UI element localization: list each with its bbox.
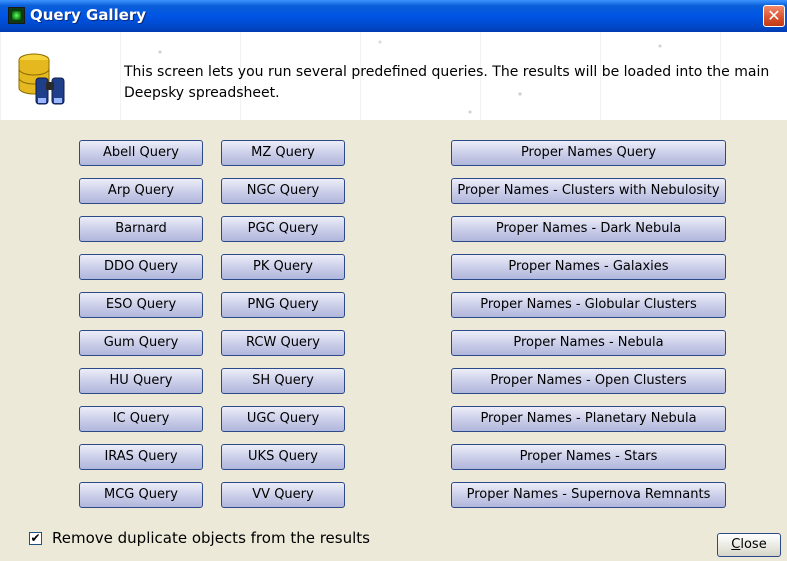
query-button-arp[interactable]: Arp Query (79, 178, 203, 204)
query-button-pk[interactable]: PK Query (221, 254, 345, 280)
query-button-ugc[interactable]: UGC Query (221, 406, 345, 432)
title-bar[interactable]: Query Gallery ✕ (0, 0, 787, 32)
query-button-proper-names-nebula[interactable]: Proper Names - Nebula (451, 330, 726, 356)
query-button-abell[interactable]: Abell Query (79, 140, 203, 166)
description-text: This screen lets you run several predefi… (124, 64, 770, 101)
query-button-proper-names-galaxies[interactable]: Proper Names - Galaxies (451, 254, 726, 280)
window-title: Query Gallery (30, 6, 147, 24)
query-button-barnard[interactable]: Barnard (79, 216, 203, 242)
query-button-proper-names-stars[interactable]: Proper Names - Stars (451, 444, 726, 470)
query-button-mz[interactable]: MZ Query (221, 140, 345, 166)
query-button-vv[interactable]: VV Query (221, 482, 345, 508)
app-icon (8, 7, 25, 24)
query-button-png[interactable]: PNG Query (221, 292, 345, 318)
window-close-button[interactable]: ✕ (763, 5, 785, 27)
query-button-hu[interactable]: HU Query (79, 368, 203, 394)
query-button-proper-names-open-clusters[interactable]: Proper Names - Open Clusters (451, 368, 726, 394)
query-button-proper-names-planetary-nebula[interactable]: Proper Names - Planetary Nebula (451, 406, 726, 432)
close-button-label: lose (740, 537, 767, 552)
remove-duplicates-checkbox[interactable]: ✔ (29, 532, 42, 545)
query-button-ic[interactable]: IC Query (79, 406, 203, 432)
header-banner: This screen lets you run several predefi… (0, 32, 787, 120)
query-button-ngc[interactable]: NGC Query (221, 178, 345, 204)
close-button[interactable]: Close (717, 533, 781, 557)
query-button-sh[interactable]: SH Query (221, 368, 345, 394)
close-button-mnemonic: C (731, 537, 741, 552)
query-button-eso[interactable]: ESO Query (79, 292, 203, 318)
query-button-uks[interactable]: UKS Query (221, 444, 345, 470)
query-button-proper-names-clusters-nebulosity[interactable]: Proper Names - Clusters with Nebulosity (451, 178, 726, 204)
database-binoculars-icon (18, 53, 65, 105)
query-button-proper-names[interactable]: Proper Names Query (451, 140, 726, 166)
query-button-proper-names-globular-clusters[interactable]: Proper Names - Globular Clusters (451, 292, 726, 318)
query-button-gum[interactable]: Gum Query (79, 330, 203, 356)
query-button-proper-names-dark-nebula[interactable]: Proper Names - Dark Nebula (451, 216, 726, 242)
query-button-rcw[interactable]: RCW Query (221, 330, 345, 356)
query-button-iras[interactable]: IRAS Query (79, 444, 203, 470)
query-button-proper-names-supernova-remnants[interactable]: Proper Names - Supernova Remnants (451, 482, 726, 508)
query-button-ddo[interactable]: DDO Query (79, 254, 203, 280)
remove-duplicates-label[interactable]: Remove duplicate objects from the result… (52, 529, 370, 547)
query-button-mcg[interactable]: MCG Query (79, 482, 203, 508)
query-gallery-window: Query Gallery ✕ This screen lets you run… (0, 0, 787, 561)
query-button-pgc[interactable]: PGC Query (221, 216, 345, 242)
